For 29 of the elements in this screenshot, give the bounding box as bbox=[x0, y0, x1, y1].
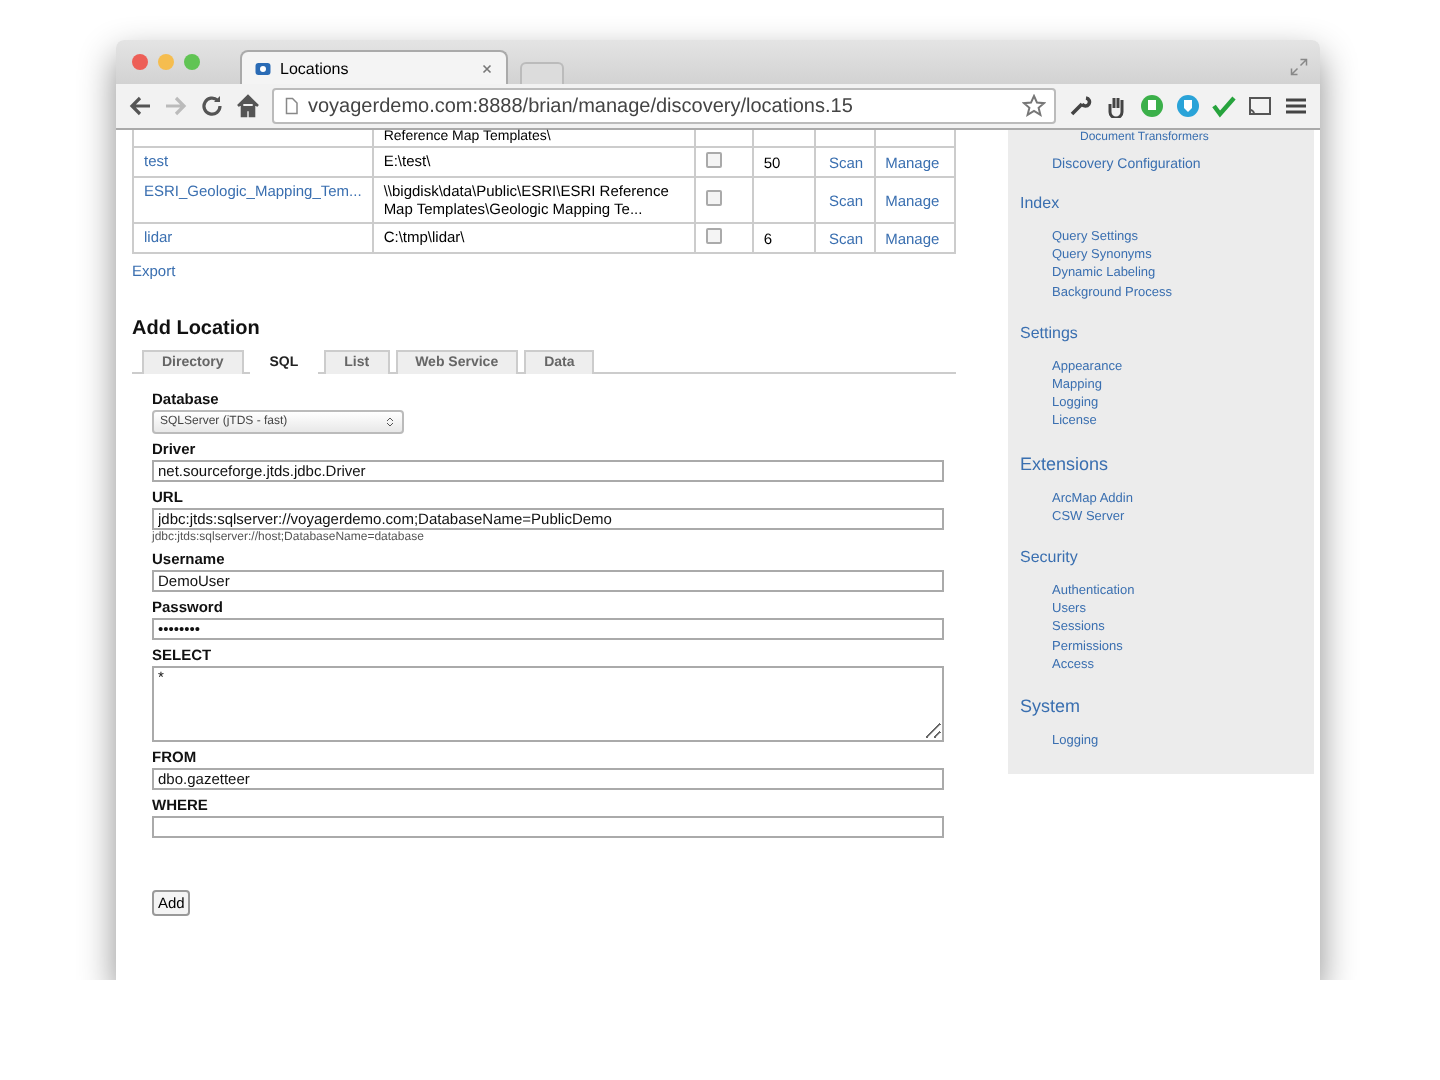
sidebar-heading[interactable]: Extensions bbox=[1020, 453, 1302, 474]
badge-icon[interactable] bbox=[1140, 94, 1164, 118]
sidebar-heading[interactable]: Index bbox=[1020, 194, 1302, 212]
close-tab-icon[interactable] bbox=[480, 61, 494, 75]
checkbox[interactable] bbox=[705, 228, 722, 244]
home-icon[interactable] bbox=[236, 94, 260, 118]
close-window-button[interactable] bbox=[132, 54, 148, 70]
browser-tab[interactable]: Locations bbox=[240, 50, 508, 84]
shield-badge-icon[interactable] bbox=[1176, 94, 1200, 118]
section-title: Add Location bbox=[132, 318, 260, 340]
fullscreen-icon[interactable] bbox=[1290, 58, 1308, 76]
sidebar-heading[interactable]: Security bbox=[1020, 548, 1302, 567]
sidebar-heading[interactable]: System bbox=[1020, 696, 1302, 717]
checkbox[interactable] bbox=[705, 152, 722, 168]
back-arrow-icon[interactable] bbox=[128, 94, 152, 118]
checkbox[interactable] bbox=[705, 190, 722, 206]
wrench-icon[interactable] bbox=[1068, 94, 1092, 118]
reload-icon[interactable] bbox=[200, 94, 224, 118]
check-icon[interactable] bbox=[1212, 94, 1236, 118]
menu-icon[interactable] bbox=[1284, 94, 1308, 118]
hand-icon[interactable] bbox=[1104, 94, 1128, 118]
star-icon[interactable] bbox=[1022, 94, 1046, 118]
page-icon bbox=[282, 96, 300, 116]
cast-icon[interactable] bbox=[1248, 94, 1272, 118]
sidebar-heading[interactable]: Settings bbox=[1020, 323, 1302, 342]
dropdown-arrows-icon[interactable] bbox=[384, 416, 396, 428]
text-field[interactable] bbox=[152, 816, 944, 838]
address-bar[interactable]: voyagerdemo.com:8888/brian/manage/discovery/locations.15 bbox=[272, 88, 1056, 124]
zoom-window-button[interactable] bbox=[184, 54, 200, 70]
